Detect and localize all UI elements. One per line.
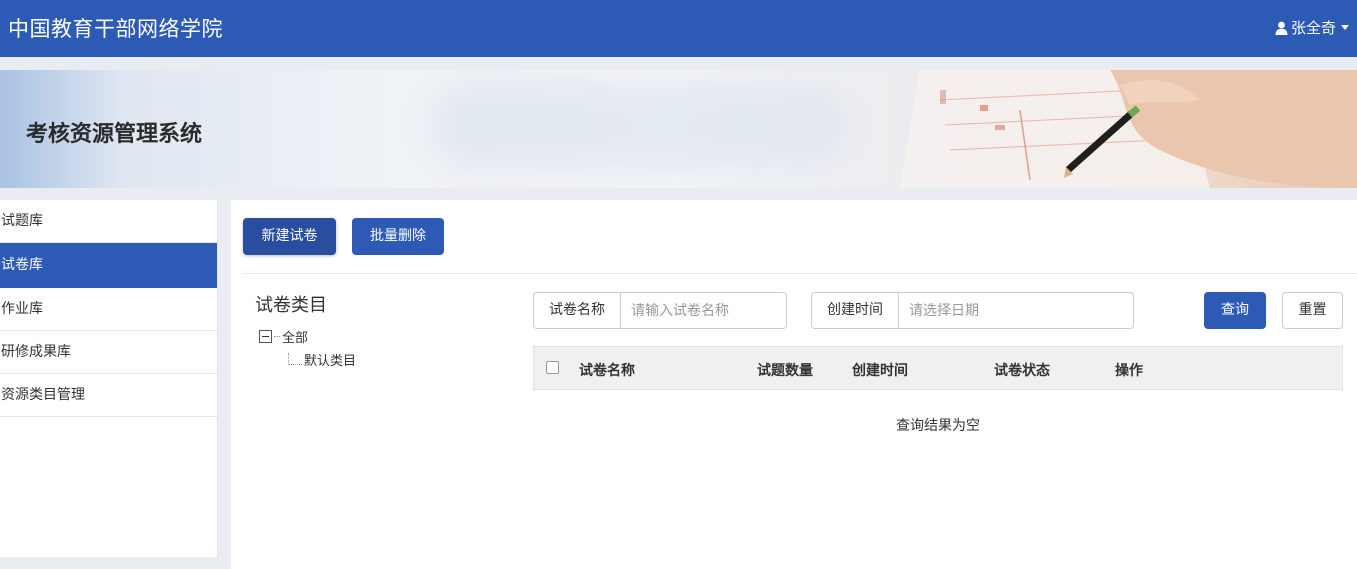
banner: 考核资源管理系统 <box>0 70 1357 188</box>
column-header-actions: 操作 <box>1115 363 1143 379</box>
reset-button[interactable]: 重置 <box>1282 292 1343 329</box>
column-header-status: 试卷状态 <box>994 363 1050 379</box>
sidebar-item-category-management[interactable]: 资源类目管理 <box>0 374 217 417</box>
empty-result-text: 查询结果为空 <box>896 418 980 434</box>
user-name: 张全奇 <box>1290 19 1336 37</box>
chevron-down-icon <box>1341 25 1349 30</box>
column-header-count: 试题数量 <box>757 363 813 379</box>
top-header: 中国教育干部网络学院 张全奇 <box>0 0 1357 57</box>
paper-name-label: 试卷名称 <box>534 293 621 328</box>
site-brand[interactable]: 中国教育干部网络学院 <box>8 13 223 43</box>
collapse-icon[interactable] <box>259 330 272 343</box>
create-date-search: 创建时间 <box>811 292 1134 329</box>
tree-node-root[interactable]: 全部 <box>259 327 308 346</box>
column-header-name: 试卷名称 <box>579 363 635 379</box>
select-all-checkbox[interactable] <box>546 361 559 374</box>
sidebar: 试题库 试卷库 作业库 研修成果库 资源类目管理 <box>0 200 218 557</box>
system-title: 考核资源管理系统 <box>26 122 203 147</box>
category-title: 试卷类目 <box>255 295 327 316</box>
paper-name-search: 试卷名称 <box>533 292 787 329</box>
tree-node-label[interactable]: 全部 <box>282 327 308 346</box>
pencil-hand-illustration <box>900 70 1357 188</box>
tree-node-label[interactable]: 默认类目 <box>304 350 356 369</box>
sidebar-item-homework-bank[interactable]: 作业库 <box>0 288 217 331</box>
new-paper-button[interactable]: 新建试卷 <box>243 218 336 255</box>
create-date-input[interactable] <box>899 293 1127 328</box>
user-icon <box>1275 21 1288 35</box>
main-panel: 新建试卷 批量删除 试卷类目 全部 默认类目 试卷名称 创建时间 查询 重置 试… <box>231 200 1357 569</box>
sidebar-item-question-bank[interactable]: 试题库 <box>0 200 217 243</box>
create-date-label: 创建时间 <box>812 293 899 328</box>
tree-node-default[interactable]: 默认类目 <box>288 350 356 369</box>
divider <box>243 273 1357 274</box>
query-button[interactable]: 查询 <box>1204 292 1266 329</box>
table-header: 试卷名称 试题数量 创建时间 试卷状态 操作 <box>533 346 1343 390</box>
user-menu[interactable]: 张全奇 <box>1275 17 1349 38</box>
sidebar-item-research-results[interactable]: 研修成果库 <box>0 331 217 374</box>
paper-name-input[interactable] <box>621 293 781 328</box>
batch-delete-button[interactable]: 批量删除 <box>352 218 444 255</box>
column-header-created: 创建时间 <box>852 363 908 379</box>
sidebar-item-paper-bank[interactable]: 试卷库 <box>0 243 217 288</box>
